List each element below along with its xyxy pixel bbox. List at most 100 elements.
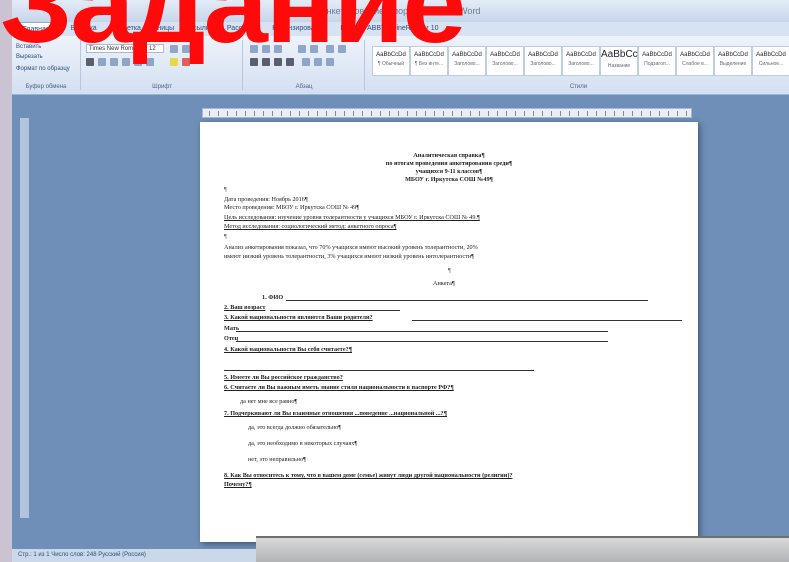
style-name: Слабое в... [682,61,708,67]
ruler-tick [506,111,507,116]
paragraph-mark: ¶ [224,187,227,193]
ruler-tick [560,111,561,116]
ruler-tick [596,111,597,116]
style-preview: AaBbCcDd [566,52,596,58]
question-2: 2. Ваш возраст [224,304,266,311]
analysis-line-2: имеют низкий уровень толерантности, 3% у… [224,253,474,260]
style-tile[interactable]: AaBbCcDd Подзагол... [638,46,676,76]
ruler-tick [245,111,246,116]
ruler-tick [587,111,588,116]
ruler-tick [686,111,687,116]
question-7: 7. Подчеркивают ли Вы взаимные отношения… [224,410,447,417]
bottom-overlay-panel [256,536,789,562]
style-tile[interactable]: AaBbCcDd Слабое в... [676,46,714,76]
style-name: Подзагол... [644,61,670,67]
style-preview: AaBbCcDd [756,52,786,58]
ruler-tick [623,111,624,116]
ruler-tick [515,111,516,116]
style-preview: AaBbCc [601,49,638,60]
format-painter-button[interactable]: Формат по образцу [16,66,70,72]
ruler-tick [641,111,642,116]
info-goal: Цель исследования: изучение уровня толер… [224,214,480,221]
ruler-tick [605,111,606,116]
ruler-tick [632,111,633,116]
ruler-tick [443,111,444,116]
headline: Задание [0,0,467,66]
question-3: 3. Какой национальности являются Ваши ро… [224,314,373,321]
document-page[interactable]: Аналитическая справка¶ по итогам проведе… [200,122,698,542]
paragraph-mark: ¶ [224,234,227,240]
ruler-tick [659,111,660,116]
style-preview: AaBbCcDd [680,52,710,58]
ruler-tick [272,111,273,116]
ruler-tick [335,111,336,116]
ruler-tick [209,111,210,116]
anketa-heading: Анкета¶ [433,280,455,287]
ruler-tick [569,111,570,116]
doc-title-line-4: МБОУ г. Иркутска СОШ №49¶ [405,176,493,183]
answer-line [236,331,608,332]
ruler-tick [416,111,417,116]
answer-line [286,300,648,301]
option-7c: нет, это неправильно¶ [248,456,306,463]
ruler-tick [389,111,390,116]
question-8: 8. Как Вы относитесь к тому, что в вашем… [224,472,513,479]
ruler-tick [461,111,462,116]
style-tile[interactable]: AaBbCcDd Сильное... [752,46,789,76]
style-tile[interactable]: AaBbCcDd Заголово... [524,46,562,76]
ruler-tick [452,111,453,116]
style-name: Заголово... [568,61,594,67]
doc-title-line-3: учащихся 9-11 классов¶ [415,168,483,175]
word-window: Анкетирование Спорт - Microsoft Word Гла… [12,0,789,562]
ruler-tick [218,111,219,116]
styles-group-label: Стили [569,84,588,90]
ruler-tick [668,111,669,116]
style-name: Заголово... [492,61,518,67]
style-preview: AaBbCcDd [718,52,748,58]
ruler-tick [299,111,300,116]
style-name: Сильное... [758,61,784,67]
ruler-tick [317,111,318,116]
answer-line [236,341,608,342]
style-tile[interactable]: AaBbCcDd Заголово... [562,46,600,76]
question-6-options: да нет мне все равно¶ [240,398,298,405]
question-8-why: Почему?¶ [224,481,252,488]
ruler-tick [407,111,408,116]
question-4: 4. Какой национальности Вы себя считаете… [224,346,353,353]
option-7b: да, это необходимо в некоторых случаях¶ [248,440,358,447]
style-name: Название [607,63,631,69]
ruler-tick [479,111,480,116]
info-method: Метод исследования: социологический мето… [224,223,397,230]
font-group-label: Шрифт [152,84,172,90]
ruler-tick [542,111,543,116]
clipboard-group-label: Буфер обмена [25,84,67,90]
style-tile[interactable]: AaBbCcDd Выделение [714,46,752,76]
ruler-tick [488,111,489,116]
ruler-tick [380,111,381,116]
option-7a: да, это всегда должно обязательно¶ [248,424,342,431]
style-tile[interactable]: AaBbCc Название [600,46,638,76]
status-text: Стр.: 1 из 1 Число слов: 248 Русский (Ро… [18,552,146,558]
ruler-tick [533,111,534,116]
ruler-tick [290,111,291,116]
answer-line [224,370,534,371]
style-preview: AaBbCcDd [490,52,520,58]
answer-line [412,320,682,321]
ruler-tick [398,111,399,116]
left-margin-strip [0,0,12,562]
ruler-tick [578,111,579,116]
ruler-tick [650,111,651,116]
info-place: Место проведения: МБОУ г. Иркутска СОШ №… [224,204,360,211]
ruler-tick [263,111,264,116]
style-tile[interactable]: AaBbCcDd Заголово... [486,46,524,76]
ruler-tick [281,111,282,116]
doc-title-line-2: по итогам проведения анкетирования среди… [385,160,513,167]
ruler-tick [614,111,615,116]
style-name: Выделение [719,61,747,67]
horizontal-ruler[interactable] [202,108,692,118]
ruler-tick [362,111,363,116]
ruler-tick [254,111,255,116]
ruler-tick [353,111,354,116]
ruler-tick [677,111,678,116]
ruler-tick [551,111,552,116]
